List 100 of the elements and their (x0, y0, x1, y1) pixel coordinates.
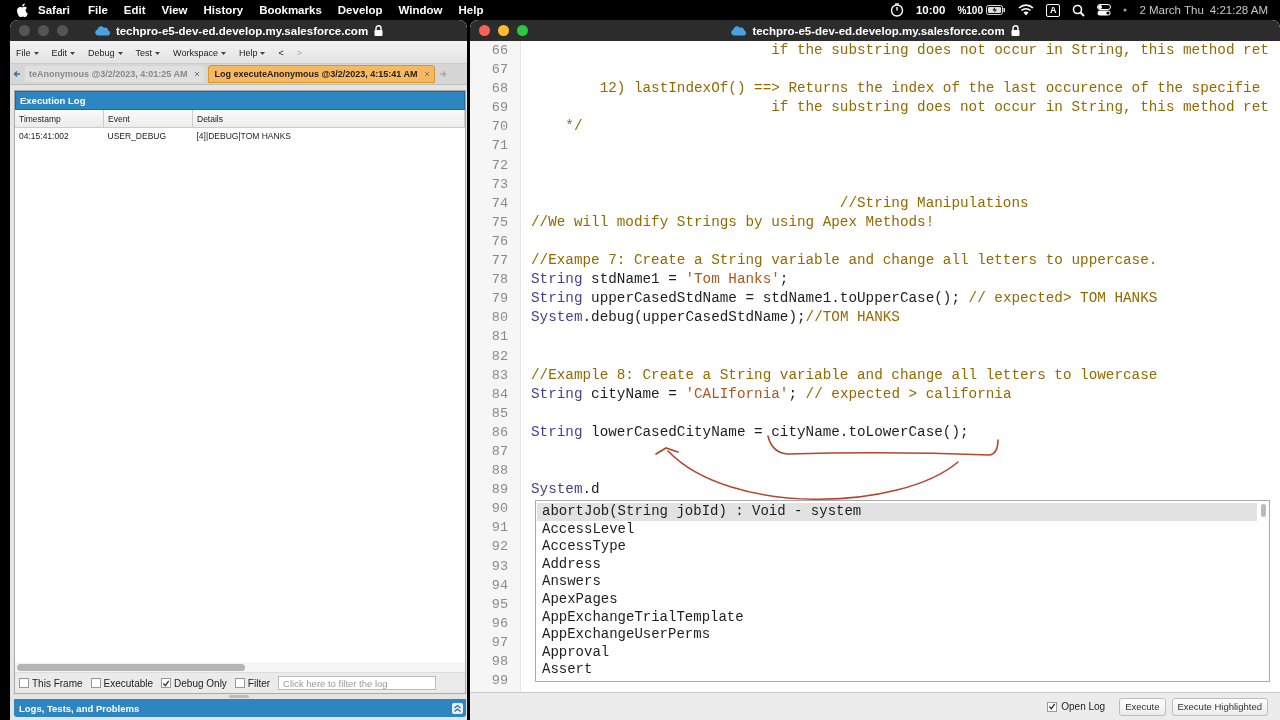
code-line: String stdName1 = 'Tom Hanks'; (531, 270, 789, 290)
close-button[interactable] (479, 25, 490, 36)
page-url[interactable]: techpro-e5-dev-ed.develop.my.salesforce.com (752, 24, 1005, 37)
line-number: 70 (490, 118, 509, 137)
close-icon (193, 71, 200, 77)
scrollbar-thumb[interactable] (17, 663, 245, 671)
suggestion-item[interactable]: AccessType (537, 538, 1257, 556)
checkbox[interactable] (19, 678, 29, 688)
line-number: 97 (490, 633, 509, 652)
apple-icon (16, 3, 28, 17)
battery-icon (985, 5, 1006, 15)
suggestion-item[interactable]: Assert (537, 661, 1257, 679)
panel-header: Execution Log (15, 91, 465, 110)
menu-item[interactable]: File (14, 48, 41, 58)
date-text[interactable]: 2 March Thu (1139, 4, 1204, 16)
input-source[interactable]: A (1045, 3, 1061, 17)
menu-item[interactable]: Bookmarks (251, 4, 330, 16)
filter-field[interactable]: Click here to filter the log (278, 676, 437, 690)
menu-item[interactable]: Edit (49, 48, 78, 58)
line-number: 73 (490, 175, 509, 194)
collapse-icon (452, 702, 463, 714)
caret-icon (155, 51, 161, 55)
table-cell: USER_DEBUG (103, 127, 193, 144)
line-number: 82 (490, 347, 509, 366)
menu-item[interactable]: Test (133, 48, 163, 58)
execute-button[interactable]: Execute Highlighted (1171, 697, 1268, 716)
line-number: 96 (490, 614, 509, 633)
checkbox[interactable] (1047, 701, 1058, 712)
menu-item[interactable]: File (79, 4, 116, 16)
zoom-button[interactable] (517, 25, 528, 36)
minimize-button[interactable] (498, 25, 509, 36)
suggestion-item[interactable]: abortJob(String jobId) : Void - system (537, 503, 1257, 521)
scrollbar-thumb[interactable] (1261, 504, 1266, 517)
suggestion-item[interactable]: AccessLevel (537, 520, 1257, 539)
code-line: String upperCasedStdName = stdName1.toUpperCase(); // expected> TOM HANKS (531, 289, 1158, 309)
line-number: 80 (490, 309, 509, 328)
menu-item[interactable]: Workspace (171, 48, 228, 58)
menu-item[interactable]: History (195, 4, 252, 16)
line-number: 77 (490, 252, 509, 271)
cloud-icon (93, 25, 110, 36)
caret-icon (70, 51, 76, 55)
right-arrow-icon (438, 70, 447, 78)
column-header[interactable]: Timestamp (15, 110, 104, 128)
line-number: 72 (490, 156, 509, 175)
column-header[interactable]: Event (103, 110, 193, 128)
battery-percent[interactable]: %100 (957, 4, 983, 16)
search-icon (1072, 3, 1086, 17)
lock-icon (1010, 25, 1020, 36)
line-number: 79 (490, 290, 509, 309)
code-line: 12) lastIndexOf() ==> Returns the index of the last occurence of the specifie (598, 79, 1261, 99)
execute-button[interactable]: Execute (1119, 697, 1166, 716)
checkbox[interactable] (234, 678, 245, 688)
menu-item[interactable]: Debug (86, 48, 125, 58)
menu-item[interactable]: Window (390, 4, 451, 16)
cloud-icon (730, 25, 747, 36)
tab[interactable]: Log executeAnonymous @3/2/2023, 4:15:41 AM (207, 65, 435, 83)
line-number: 85 (490, 404, 509, 423)
line-number: 66 (490, 42, 509, 60)
suggestion-item[interactable]: Approval (537, 643, 1257, 662)
suggestion-item[interactable]: AppExchangeUserPerms (537, 626, 1257, 644)
line-number: 89 (490, 481, 509, 500)
checkbox-label: This Frame (32, 677, 83, 689)
suggestion-item[interactable]: Answers (537, 573, 1257, 591)
caret-icon (33, 51, 39, 55)
menu-item[interactable]: Help (450, 4, 492, 16)
timer-icon (889, 3, 904, 17)
line-number: 71 (490, 137, 509, 156)
table-cell: [4]|DEBUG|TOM HANKS (192, 127, 465, 144)
line-number: 91 (490, 519, 509, 538)
suggestion-item[interactable]: Address (537, 555, 1257, 574)
line-number: 84 (490, 385, 509, 404)
line-number: 74 (490, 194, 509, 213)
left-arrow-icon (13, 70, 21, 78)
menu-item[interactable]: Help (236, 48, 268, 58)
checkbox[interactable] (161, 678, 172, 688)
menu-item[interactable]: < (276, 48, 286, 58)
code-line: //We will modify Strings by using Apex Methods! (531, 212, 935, 232)
checkbox-label: Open Log (1061, 701, 1106, 712)
code-line: if the substring does not occur in String, this method ret (770, 41, 1269, 60)
line-number: 99 (490, 672, 509, 691)
check-icon (1048, 702, 1057, 711)
clock-text[interactable]: 4:21:28 AM (1209, 4, 1268, 16)
suggestion-item[interactable]: ApexPages (537, 590, 1257, 609)
wifi-icon (1017, 4, 1034, 16)
menu-item[interactable]: Develop (329, 4, 391, 16)
check-icon (162, 678, 171, 688)
caret-icon (117, 51, 123, 55)
menu-item[interactable]: Edit (115, 4, 154, 16)
lock-icon (374, 25, 384, 36)
control-center-icon (1097, 4, 1112, 16)
line-number: 83 (490, 366, 509, 385)
line-number: 75 (490, 213, 509, 232)
checkbox[interactable] (90, 678, 101, 688)
splitter-handle[interactable] (228, 695, 249, 698)
suggestion-item[interactable]: AppExchangeTrialTemplate (537, 608, 1257, 627)
menu-item[interactable]: View (153, 4, 196, 16)
dot-icon (1123, 8, 1128, 12)
column-header[interactable]: Details (192, 110, 465, 128)
timer-text[interactable]: 10:00 (915, 4, 946, 16)
menu-item[interactable]: Safari (28, 4, 80, 16)
